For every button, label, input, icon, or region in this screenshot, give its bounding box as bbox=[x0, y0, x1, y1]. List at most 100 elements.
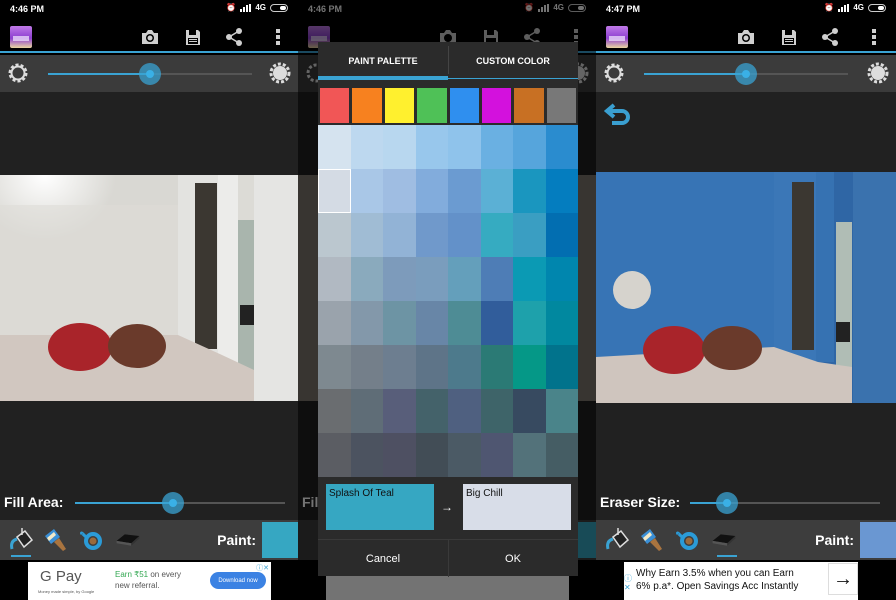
palette-color-cell[interactable] bbox=[545, 389, 578, 433]
fill-area-slider-thumb[interactable] bbox=[162, 492, 184, 514]
palette-color-cell[interactable] bbox=[545, 433, 578, 477]
palette-color-cell[interactable] bbox=[318, 125, 351, 169]
fill-bucket-icon[interactable] bbox=[604, 527, 630, 553]
brightness-slider[interactable] bbox=[48, 63, 252, 85]
palette-color-cell[interactable] bbox=[480, 433, 513, 477]
palette-color-cell[interactable] bbox=[448, 257, 481, 301]
palette-color-cell[interactable] bbox=[545, 345, 578, 389]
camera-icon[interactable] bbox=[736, 27, 756, 47]
basic-color-swatch[interactable] bbox=[449, 88, 479, 123]
palette-color-cell[interactable] bbox=[318, 389, 351, 433]
eraser-icon[interactable] bbox=[711, 527, 737, 553]
palette-color-cell[interactable] bbox=[448, 389, 481, 433]
palette-color-cell[interactable] bbox=[513, 257, 546, 301]
brightness-slider-thumb[interactable] bbox=[139, 63, 161, 85]
palette-color-cell[interactable] bbox=[513, 169, 546, 213]
palette-color-cell[interactable] bbox=[545, 213, 578, 257]
palette-color-cell[interactable] bbox=[318, 213, 351, 257]
save-icon[interactable] bbox=[183, 27, 203, 47]
palette-color-cell[interactable] bbox=[545, 301, 578, 345]
share-icon[interactable] bbox=[224, 27, 244, 47]
palette-color-cell[interactable] bbox=[513, 301, 546, 345]
palette-color-cell[interactable] bbox=[318, 345, 351, 389]
fill-area-slider[interactable] bbox=[75, 492, 285, 514]
eraser-size-slider-thumb[interactable] bbox=[716, 492, 738, 514]
eraser-icon[interactable] bbox=[115, 527, 141, 553]
palette-color-cell[interactable] bbox=[448, 433, 481, 477]
palette-color-cell[interactable] bbox=[383, 345, 416, 389]
palette-color-cell[interactable] bbox=[318, 257, 351, 301]
ad-banner[interactable]: ⓘ ✕ Why Earn 3.5% when you can Earn 6% p.… bbox=[624, 562, 858, 600]
palette-color-cell[interactable] bbox=[480, 125, 513, 169]
palette-color-cell[interactable] bbox=[318, 433, 351, 477]
palette-color-cell[interactable] bbox=[383, 257, 416, 301]
canvas-area[interactable] bbox=[0, 92, 298, 492]
basic-color-swatch[interactable] bbox=[384, 88, 415, 123]
palette-color-cell[interactable] bbox=[383, 433, 416, 477]
palette-color-cell[interactable] bbox=[383, 125, 416, 169]
basic-color-swatch[interactable] bbox=[352, 88, 382, 123]
canvas-area[interactable] bbox=[596, 92, 896, 492]
app-logo[interactable] bbox=[10, 26, 32, 48]
paint-brush-icon[interactable] bbox=[42, 527, 68, 553]
app-logo[interactable] bbox=[606, 26, 628, 48]
ad-close-icon[interactable]: ⓘ✕ bbox=[256, 563, 269, 573]
tab-custom-color[interactable]: CUSTOM COLOR bbox=[448, 42, 578, 79]
brightness-low-icon[interactable] bbox=[6, 61, 30, 85]
palette-color-cell[interactable] bbox=[350, 389, 383, 433]
palette-color-cell[interactable] bbox=[350, 433, 383, 477]
brightness-low-icon[interactable] bbox=[602, 61, 626, 85]
palette-color-cell[interactable] bbox=[383, 389, 416, 433]
palette-color-cell[interactable] bbox=[415, 213, 448, 257]
palette-color-cell[interactable] bbox=[513, 345, 546, 389]
palette-color-cell[interactable] bbox=[350, 125, 383, 169]
palette-color-cell[interactable] bbox=[480, 213, 513, 257]
palette-color-cell[interactable] bbox=[480, 257, 513, 301]
palette-color-cell[interactable] bbox=[415, 125, 448, 169]
palette-color-cell[interactable] bbox=[480, 345, 513, 389]
basic-color-swatch[interactable] bbox=[481, 88, 512, 123]
paint-brush-icon[interactable] bbox=[638, 527, 664, 553]
palette-color-cell[interactable] bbox=[545, 257, 578, 301]
palette-color-cell[interactable] bbox=[448, 301, 481, 345]
palette-color-cell[interactable] bbox=[415, 301, 448, 345]
palette-color-cell[interactable] bbox=[318, 301, 351, 345]
palette-color-cell[interactable] bbox=[350, 301, 383, 345]
palette-color-cell[interactable] bbox=[513, 125, 546, 169]
lasso-icon[interactable] bbox=[674, 527, 700, 553]
tab-paint-palette[interactable]: PAINT PALETTE bbox=[318, 42, 448, 80]
palette-color-cell[interactable] bbox=[415, 169, 448, 213]
palette-color-cell[interactable] bbox=[415, 389, 448, 433]
palette-color-cell[interactable] bbox=[415, 433, 448, 477]
palette-color-cell[interactable] bbox=[415, 257, 448, 301]
eraser-size-slider[interactable] bbox=[690, 492, 880, 514]
brightness-high-icon[interactable] bbox=[268, 61, 292, 85]
palette-color-cell[interactable] bbox=[480, 389, 513, 433]
lasso-icon[interactable] bbox=[78, 527, 104, 553]
palette-color-cell[interactable] bbox=[383, 213, 416, 257]
undo-icon[interactable] bbox=[604, 102, 632, 126]
ad-download-button[interactable]: Download now bbox=[210, 572, 266, 589]
ad-info-icon[interactable]: ⓘ ✕ bbox=[624, 574, 632, 592]
palette-color-cell[interactable] bbox=[448, 213, 481, 257]
overflow-menu-icon[interactable] bbox=[864, 27, 884, 47]
ok-button[interactable]: OK bbox=[448, 540, 578, 577]
palette-color-cell[interactable] bbox=[513, 433, 546, 477]
palette-color-cell[interactable] bbox=[545, 125, 578, 169]
share-icon[interactable] bbox=[820, 27, 840, 47]
paint-color-swatch[interactable] bbox=[262, 522, 298, 558]
overflow-menu-icon[interactable] bbox=[268, 27, 288, 47]
palette-color-cell[interactable] bbox=[480, 169, 513, 213]
basic-color-swatch[interactable] bbox=[417, 88, 447, 123]
basic-color-swatch[interactable] bbox=[320, 88, 350, 123]
palette-color-cell[interactable] bbox=[448, 345, 481, 389]
cancel-button[interactable]: Cancel bbox=[318, 540, 448, 577]
brightness-slider[interactable] bbox=[644, 63, 848, 85]
fill-bucket-icon[interactable] bbox=[8, 527, 34, 553]
camera-icon[interactable] bbox=[140, 27, 160, 47]
palette-color-cell[interactable] bbox=[480, 301, 513, 345]
basic-color-swatch[interactable] bbox=[546, 88, 576, 123]
palette-color-cell[interactable] bbox=[350, 345, 383, 389]
paint-color-swatch[interactable] bbox=[860, 522, 896, 558]
brightness-high-icon[interactable] bbox=[866, 61, 890, 85]
